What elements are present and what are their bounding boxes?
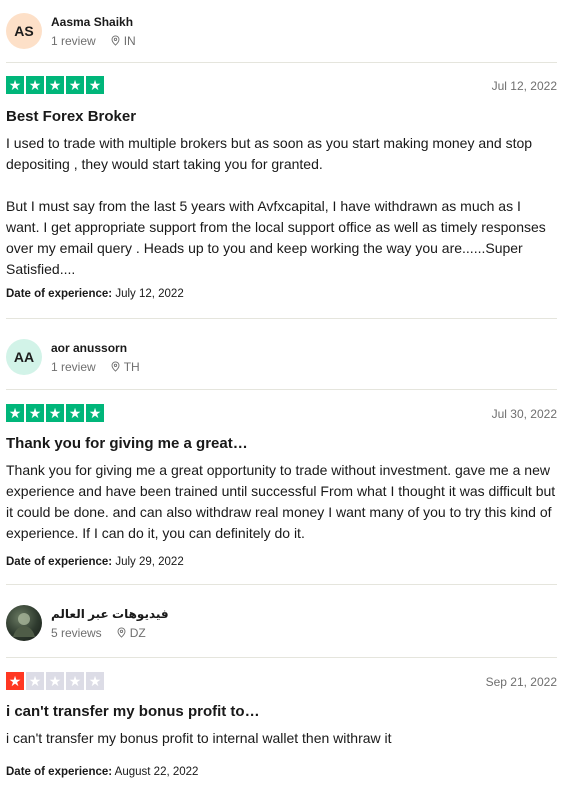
review-date: Jul 30, 2022 <box>491 407 557 421</box>
review-count: 1 review <box>51 33 96 48</box>
date-of-experience: Date of experience: July 29, 2022 <box>6 556 184 568</box>
experience-label: Date of experience: <box>6 766 113 778</box>
review-paragraph: I used to trade with multiple brokers bu… <box>6 135 533 172</box>
location-pin-icon <box>117 627 126 638</box>
star-icon: ★ <box>26 404 44 422</box>
review-date: Sep 21, 2022 <box>485 675 557 689</box>
reviewer-name[interactable]: Aasma Shaikh <box>51 15 136 29</box>
review-card: AA aor anussorn 1 review TH ★ ★ ★ ★ ★ Ju… <box>6 320 557 585</box>
star-icon: ★ <box>6 404 24 422</box>
star-icon: ★ <box>86 672 104 690</box>
experience-label: Date of experience: <box>6 556 113 568</box>
reviewer-country: TH <box>123 359 140 374</box>
star-icon: ★ <box>46 672 64 690</box>
review-paragraph: But I must say from the last 5 years wit… <box>6 198 546 277</box>
reviewer-country: IN <box>123 33 136 48</box>
review-date: Jul 12, 2022 <box>491 79 557 93</box>
review-title[interactable]: Best Forex Broker <box>6 108 136 125</box>
star-icon: ★ <box>46 76 64 94</box>
divider <box>6 657 557 658</box>
review-card: AS Aasma Shaikh 1 review IN ★ ★ ★ ★ ★ Ju… <box>6 0 557 320</box>
avatar[interactable]: AS <box>6 13 42 49</box>
divider <box>6 62 557 63</box>
location-pin-icon <box>111 361 120 372</box>
review-paragraph: i can't transfer my bonus profit to inte… <box>6 730 392 746</box>
profile-photo-icon <box>13 613 35 637</box>
date-of-experience: Date of experience: July 12, 2022 <box>6 288 184 300</box>
review-count: 1 review <box>51 359 96 374</box>
star-icon: ★ <box>46 404 64 422</box>
experience-label: Date of experience: <box>6 288 113 300</box>
star-rating: ★ ★ ★ ★ ★ <box>6 404 104 422</box>
star-icon: ★ <box>66 404 84 422</box>
experience-date: August 22, 2022 <box>114 766 199 778</box>
experience-date: July 12, 2022 <box>115 288 184 300</box>
star-icon: ★ <box>6 672 24 690</box>
location-pin-icon <box>111 35 120 46</box>
reviewer-profile[interactable]: AS Aasma Shaikh 1 review IN <box>6 10 136 52</box>
divider <box>6 318 557 319</box>
star-icon: ★ <box>66 76 84 94</box>
avatar[interactable]: AA <box>6 339 42 375</box>
review-paragraph: Thank you for giving me a great opportun… <box>6 462 556 541</box>
date-of-experience: Date of experience: August 22, 2022 <box>6 766 198 778</box>
reviewer-profile[interactable]: فيديوهات عبر العالم 5 reviews DZ <box>6 602 169 644</box>
star-rating: ★ ★ ★ ★ ★ <box>6 76 104 94</box>
star-icon: ★ <box>86 404 104 422</box>
star-icon: ★ <box>26 672 44 690</box>
star-icon: ★ <box>6 76 24 94</box>
review-title[interactable]: Thank you for giving me a great… <box>6 435 248 452</box>
review-card: فيديوهات عبر العالم 5 reviews DZ ★ ★ ★ ★… <box>6 585 557 800</box>
reviewer-name[interactable]: aor anussorn <box>51 341 140 355</box>
reviewer-profile[interactable]: AA aor anussorn 1 review TH <box>6 336 140 378</box>
star-rating: ★ ★ ★ ★ ★ <box>6 672 104 690</box>
star-icon: ★ <box>66 672 84 690</box>
divider <box>6 389 557 390</box>
review-body: Thank you for giving me a great opportun… <box>6 460 557 544</box>
review-body: I used to trade with multiple brokers bu… <box>6 133 557 280</box>
experience-date: July 29, 2022 <box>115 556 184 568</box>
reviewer-name[interactable]: فيديوهات عبر العالم <box>51 607 169 621</box>
reviewer-country: DZ <box>129 625 146 640</box>
review-count: 5 reviews <box>51 625 102 640</box>
star-icon: ★ <box>86 76 104 94</box>
star-icon: ★ <box>26 76 44 94</box>
avatar[interactable] <box>6 605 42 641</box>
review-title[interactable]: i can't transfer my bonus profit to… <box>6 703 260 720</box>
review-body: i can't transfer my bonus profit to inte… <box>6 728 557 749</box>
